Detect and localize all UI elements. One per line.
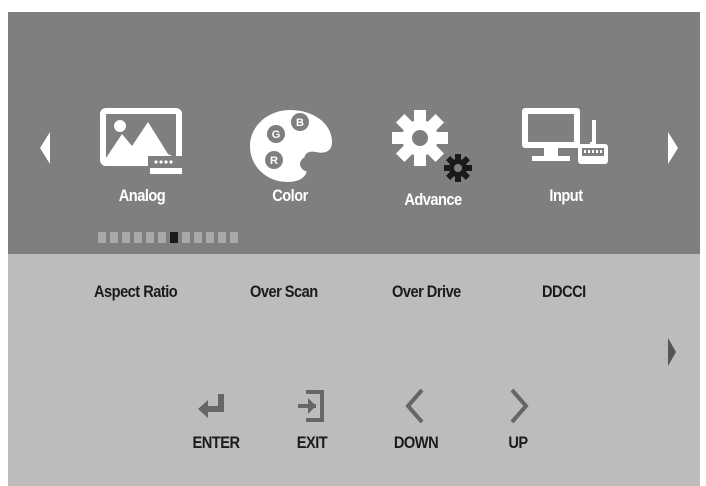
down-label: DOWN bbox=[393, 433, 439, 452]
gears-icon bbox=[392, 110, 472, 182]
menu-item-color[interactable]: B G R Color bbox=[240, 104, 340, 224]
page-dot bbox=[182, 232, 190, 243]
page-dot bbox=[110, 232, 118, 243]
page-dot bbox=[218, 232, 226, 243]
up-key[interactable]: UP bbox=[486, 386, 550, 460]
submenu-item-aspect-ratio[interactable]: Aspect Ratio bbox=[94, 282, 178, 302]
up-label: UP bbox=[508, 433, 528, 452]
chevron-right-icon bbox=[510, 388, 529, 424]
page-dot bbox=[98, 232, 106, 243]
page-dot bbox=[158, 232, 166, 243]
chevron-right-icon bbox=[668, 132, 678, 164]
next-page-button[interactable] bbox=[660, 128, 684, 168]
enter-icon bbox=[198, 394, 224, 418]
enter-label: ENTER bbox=[192, 433, 240, 452]
exit-key[interactable]: EXIT bbox=[280, 386, 344, 460]
page-dot bbox=[122, 232, 130, 243]
page-dot bbox=[146, 232, 154, 243]
page-dot bbox=[134, 232, 142, 243]
analog-image-icon bbox=[100, 108, 182, 174]
enter-key[interactable]: ENTER bbox=[176, 386, 256, 460]
page-dot bbox=[194, 232, 202, 243]
menu-item-input[interactable]: Input bbox=[516, 104, 616, 224]
chevron-left-icon bbox=[40, 132, 50, 164]
page-indicator bbox=[98, 232, 238, 244]
down-key[interactable]: DOWN bbox=[376, 386, 456, 460]
page-dot bbox=[206, 232, 214, 243]
osd-menu: Analog B G R Color Advance Input Aspect … bbox=[8, 12, 700, 486]
submenu-next-button[interactable] bbox=[660, 332, 684, 372]
submenu-item-ddcci[interactable]: DDCCI bbox=[542, 282, 586, 302]
menu-item-advance[interactable]: Advance bbox=[378, 104, 488, 224]
computer-input-icon bbox=[522, 108, 608, 164]
menu-item-analog[interactable]: Analog bbox=[92, 104, 192, 224]
menu-item-color-label: Color bbox=[272, 186, 308, 205]
page-dot-active bbox=[170, 232, 178, 243]
submenu-item-over-drive[interactable]: Over Drive bbox=[392, 282, 461, 302]
chevron-right-icon bbox=[668, 338, 676, 366]
exit-label: EXIT bbox=[296, 433, 328, 452]
chevron-left-icon bbox=[405, 388, 424, 424]
menu-item-analog-label: Analog bbox=[118, 186, 166, 205]
prev-page-button[interactable] bbox=[34, 128, 58, 168]
submenu-item-over-scan[interactable]: Over Scan bbox=[250, 282, 318, 302]
menu-item-advance-label: Advance bbox=[404, 190, 462, 209]
menu-item-input-label: Input bbox=[549, 186, 583, 205]
svg-text:B: B bbox=[296, 117, 304, 129]
page-dot bbox=[230, 232, 238, 243]
exit-icon bbox=[298, 390, 324, 422]
top-menu-panel: Analog B G R Color Advance Input bbox=[8, 12, 700, 254]
svg-text:G: G bbox=[272, 129, 281, 141]
color-palette-icon: B G R bbox=[250, 110, 332, 182]
svg-text:R: R bbox=[270, 155, 278, 167]
